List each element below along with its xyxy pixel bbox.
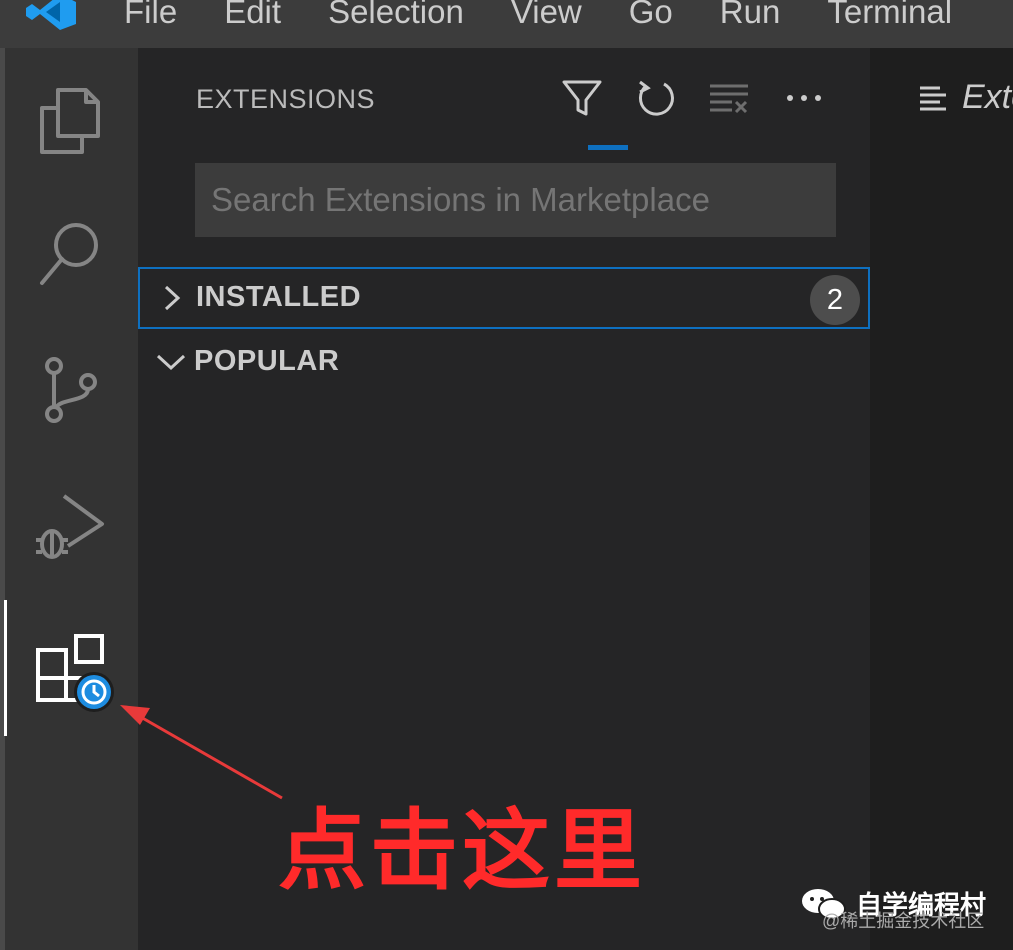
menu-go[interactable]: Go — [629, 0, 673, 34]
installed-count-badge: 2 — [810, 275, 860, 325]
annotation-text: 点击这里 — [278, 801, 647, 900]
source-control-icon[interactable] — [30, 352, 110, 432]
menu-file[interactable]: File — [124, 0, 177, 34]
extensions-icon[interactable] — [30, 630, 120, 720]
filter-icon[interactable] — [560, 76, 604, 120]
chevron-down-icon — [156, 354, 186, 371]
refresh-icon[interactable] — [634, 76, 678, 120]
vscode-logo-icon — [26, 0, 76, 30]
editor-tab-label[interactable]: Exte — [962, 78, 1013, 117]
search-extensions-input[interactable] — [195, 163, 836, 237]
menu-run[interactable]: Run — [720, 0, 781, 34]
clear-icon[interactable] — [708, 76, 752, 120]
menu-terminal[interactable]: Terminal — [827, 0, 952, 34]
section-installed-label: INSTALLED — [196, 281, 362, 313]
run-debug-icon[interactable] — [30, 490, 110, 570]
section-installed[interactable]: INSTALLED 2 — [138, 267, 870, 329]
explorer-icon[interactable] — [30, 80, 110, 160]
menu-edit[interactable]: Edit — [224, 0, 281, 34]
chevron-right-icon — [164, 285, 181, 311]
menu-view[interactable]: View — [511, 0, 582, 34]
menu-selection[interactable]: Selection — [328, 0, 464, 34]
menu-bar: File Edit Selection View Go Run Terminal — [124, 0, 999, 34]
preview-tab-icon — [920, 86, 946, 111]
more-icon[interactable] — [782, 76, 826, 120]
window-edge — [0, 48, 5, 950]
filter-active-underline — [588, 145, 628, 150]
watermark-subtitle: @稀土掘金技术社区 — [822, 911, 985, 931]
title-bar: File Edit Selection View Go Run Terminal — [0, 0, 1013, 48]
section-popular[interactable]: POPULAR — [138, 333, 870, 395]
editor-area: Exte — [870, 48, 1013, 950]
sidebar-title: EXTENSIONS — [196, 84, 376, 114]
watermark: 自学编程村 @稀土掘金技术社区 — [800, 885, 986, 931]
section-popular-label: POPULAR — [194, 345, 340, 377]
search-icon[interactable] — [30, 215, 110, 295]
active-indicator — [4, 600, 7, 736]
